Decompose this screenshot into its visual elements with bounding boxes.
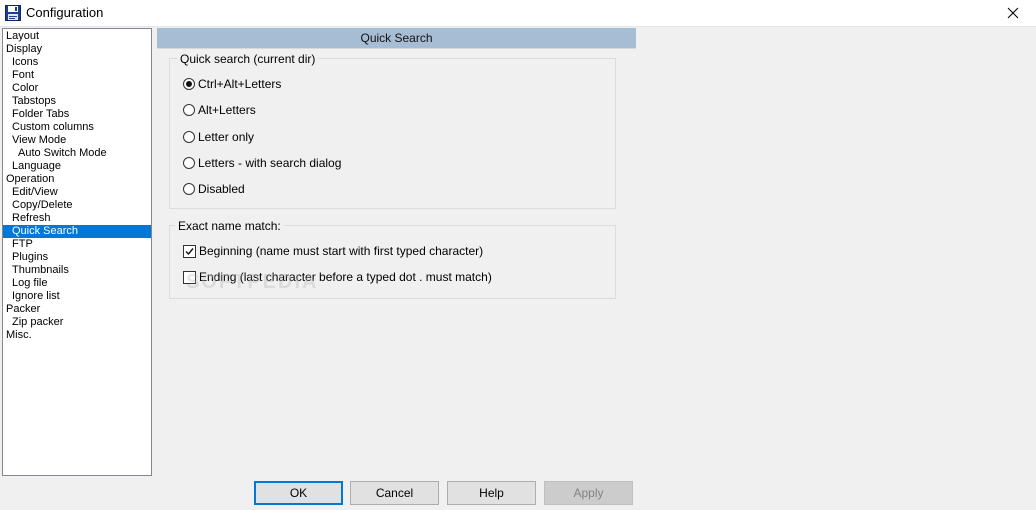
tree-item[interactable]: Misc. (3, 329, 151, 342)
tree-item[interactable]: Ignore list (3, 290, 151, 303)
tree-item[interactable]: Custom columns (3, 121, 151, 134)
window-title: Configuration (26, 5, 104, 20)
ok-button[interactable]: OK (254, 481, 343, 505)
tree-item[interactable]: Layout (3, 30, 151, 43)
radio-indicator[interactable] (183, 104, 195, 116)
tree-item[interactable]: Plugins (3, 251, 151, 264)
radio-indicator[interactable] (183, 157, 195, 169)
tree-item[interactable]: Display (3, 43, 151, 56)
radio-label: Alt+Letters (198, 103, 256, 117)
quick-search-group-label: Quick search (current dir) (177, 52, 319, 66)
help-button[interactable]: Help (447, 481, 536, 505)
settings-tree[interactable]: Layout Display Icons Font Color Tabstops Folde… (2, 28, 152, 476)
apply-button: Apply (544, 481, 633, 505)
radio-indicator[interactable] (183, 183, 195, 195)
panel-title: Quick Search (157, 28, 636, 49)
radio-ctrl-alt-letters[interactable]: Ctrl+Alt+Letters (183, 77, 281, 91)
tree-item[interactable]: Tabstops (3, 95, 151, 108)
close-icon (1007, 7, 1019, 19)
tree-item[interactable]: Auto Switch Mode (3, 147, 151, 160)
title-bar: Configuration (0, 0, 1036, 27)
radio-indicator[interactable] (183, 78, 195, 90)
floppy-disk-icon (5, 5, 21, 21)
tree-item[interactable]: Copy/Delete (3, 199, 151, 212)
tree-item[interactable]: Refresh (3, 212, 151, 225)
checkbox-label: Beginning (name must start with first ty… (199, 244, 484, 258)
watermark: SOFTPEDIA (186, 271, 319, 293)
radio-letters-search-dialog[interactable]: Letters - with search dialog (183, 156, 341, 170)
exact-match-group-label: Exact name match: (175, 219, 284, 233)
tree-item[interactable]: Icons (3, 56, 151, 69)
tree-item[interactable]: Font (3, 69, 151, 82)
cancel-button[interactable]: Cancel (350, 481, 439, 505)
radio-label: Letters - with search dialog (198, 156, 342, 170)
tree-item[interactable]: Color (3, 82, 151, 95)
tree-item[interactable]: Zip packer (3, 316, 151, 329)
close-button[interactable] (990, 0, 1036, 26)
tree-item[interactable]: FTP (3, 238, 151, 251)
radio-letter-only[interactable]: Letter only (183, 130, 254, 144)
tree-item[interactable]: Operation (3, 173, 151, 186)
tree-item[interactable]: Quick Search (3, 225, 151, 238)
tree-item[interactable]: Folder Tabs (3, 108, 151, 121)
tree-item[interactable]: Packer (3, 303, 151, 316)
radio-alt-letters[interactable]: Alt+Letters (183, 103, 256, 117)
checkbox-indicator[interactable] (183, 244, 196, 258)
tree-item[interactable]: Thumbnails (3, 264, 151, 277)
radio-label: Ctrl+Alt+Letters (198, 77, 282, 91)
radio-label: Disabled (198, 182, 245, 196)
radio-disabled[interactable]: Disabled (183, 182, 245, 196)
tree-item[interactable]: Language (3, 160, 151, 173)
tree-item[interactable]: Edit/View (3, 186, 151, 199)
tree-item[interactable]: View Mode (3, 134, 151, 147)
checkmark-icon (185, 247, 194, 255)
checkbox-beginning[interactable]: Beginning (name must start with first ty… (183, 244, 483, 258)
radio-indicator[interactable] (183, 131, 195, 143)
tree-item[interactable]: Log file (3, 277, 151, 290)
radio-label: Letter only (198, 130, 255, 144)
